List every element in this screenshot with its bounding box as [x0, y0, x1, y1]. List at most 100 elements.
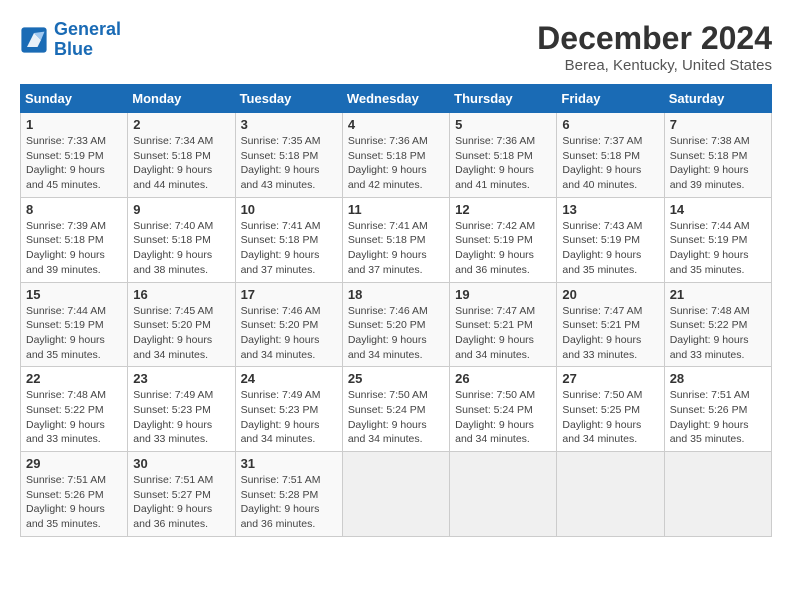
day-cell	[450, 452, 557, 537]
day-cell: 5 Sunrise: 7:36 AMSunset: 5:18 PMDaylight…	[450, 113, 557, 198]
header: General Blue December 2024 Berea, Kentuc…	[20, 20, 772, 74]
day-info: Sunrise: 7:50 AMSunset: 5:25 PMDaylight:…	[562, 388, 658, 447]
logo-line1: General	[54, 19, 121, 39]
day-info: Sunrise: 7:51 AMSunset: 5:26 PMDaylight:…	[26, 473, 122, 532]
day-cell: 18 Sunrise: 7:46 AMSunset: 5:20 PMDayligh…	[342, 282, 449, 367]
day-number: 16	[133, 287, 229, 302]
day-info: Sunrise: 7:38 AMSunset: 5:18 PMDaylight:…	[670, 134, 766, 193]
day-number: 12	[455, 202, 551, 217]
day-cell: 31 Sunrise: 7:51 AMSunset: 5:28 PMDayligh…	[235, 452, 342, 537]
day-info: Sunrise: 7:50 AMSunset: 5:24 PMDaylight:…	[348, 388, 444, 447]
day-number: 27	[562, 371, 658, 386]
day-cell: 21 Sunrise: 7:48 AMSunset: 5:22 PMDayligh…	[664, 282, 771, 367]
day-cell: 14 Sunrise: 7:44 AMSunset: 5:19 PMDayligh…	[664, 197, 771, 282]
day-info: Sunrise: 7:33 AMSunset: 5:19 PMDaylight:…	[26, 134, 122, 193]
day-number: 31	[241, 456, 337, 471]
day-number: 10	[241, 202, 337, 217]
day-cell: 12Sunrise: 7:42 AMSunset: 5:19 PMDayligh…	[450, 197, 557, 282]
day-info: Sunrise: 7:47 AMSunset: 5:21 PMDaylight:…	[562, 304, 658, 363]
day-number: 11	[348, 202, 444, 217]
day-info: Sunrise: 7:50 AMSunset: 5:24 PMDaylight:…	[455, 388, 551, 447]
day-info: Sunrise: 7:51 AMSunset: 5:28 PMDaylight:…	[241, 473, 337, 532]
day-cell: 19 Sunrise: 7:47 AMSunset: 5:21 PMDayligh…	[450, 282, 557, 367]
day-info: Sunrise: 7:51 AMSunset: 5:26 PMDaylight:…	[670, 388, 766, 447]
day-number: 5	[455, 117, 551, 132]
header-row: SundayMondayTuesdayWednesdayThursdayFrid…	[21, 85, 772, 113]
week-row-1: 1 Sunrise: 7:33 AMSunset: 5:19 PMDaylight…	[21, 113, 772, 198]
week-row-4: 22Sunrise: 7:48 AMSunset: 5:22 PMDayligh…	[21, 367, 772, 452]
header-day-friday: Friday	[557, 85, 664, 113]
day-number: 23	[133, 371, 229, 386]
day-cell	[557, 452, 664, 537]
day-cell: 10 Sunrise: 7:41 AMSunset: 5:18 PMDayligh…	[235, 197, 342, 282]
day-number: 21	[670, 287, 766, 302]
week-row-2: 8Sunrise: 7:39 AMSunset: 5:18 PMDaylight…	[21, 197, 772, 282]
day-cell: 8Sunrise: 7:39 AMSunset: 5:18 PMDaylight…	[21, 197, 128, 282]
day-info: Sunrise: 7:36 AMSunset: 5:18 PMDaylight:…	[455, 134, 551, 193]
logo-text: General Blue	[54, 20, 121, 60]
day-info: Sunrise: 7:41 AMSunset: 5:18 PMDaylight:…	[241, 219, 337, 278]
day-info: Sunrise: 7:46 AMSunset: 5:20 PMDaylight:…	[348, 304, 444, 363]
day-number: 15	[26, 287, 122, 302]
day-cell: 3Sunrise: 7:35 AMSunset: 5:18 PMDaylight…	[235, 113, 342, 198]
week-row-5: 29 Sunrise: 7:51 AMSunset: 5:26 PMDayligh…	[21, 452, 772, 537]
day-number: 19	[455, 287, 551, 302]
day-cell: 26 Sunrise: 7:50 AMSunset: 5:24 PMDayligh…	[450, 367, 557, 452]
calendar: SundayMondayTuesdayWednesdayThursdayFrid…	[20, 84, 772, 537]
day-cell: 17Sunrise: 7:46 AMSunset: 5:20 PMDayligh…	[235, 282, 342, 367]
day-number: 22	[26, 371, 122, 386]
day-number: 25	[348, 371, 444, 386]
day-number: 9	[133, 202, 229, 217]
logo-line2: Blue	[54, 39, 93, 59]
day-info: Sunrise: 7:48 AMSunset: 5:22 PMDaylight:…	[670, 304, 766, 363]
header-day-sunday: Sunday	[21, 85, 128, 113]
week-row-3: 15 Sunrise: 7:44 AMSunset: 5:19 PMDayligh…	[21, 282, 772, 367]
day-info: Sunrise: 7:45 AMSunset: 5:20 PMDaylight:…	[133, 304, 229, 363]
day-cell: 28Sunrise: 7:51 AMSunset: 5:26 PMDayligh…	[664, 367, 771, 452]
day-cell	[342, 452, 449, 537]
day-number: 1	[26, 117, 122, 132]
day-info: Sunrise: 7:51 AMSunset: 5:27 PMDaylight:…	[133, 473, 229, 532]
day-info: Sunrise: 7:44 AMSunset: 5:19 PMDaylight:…	[670, 219, 766, 278]
day-number: 2	[133, 117, 229, 132]
day-number: 13	[562, 202, 658, 217]
day-cell: 24 Sunrise: 7:49 AMSunset: 5:23 PMDayligh…	[235, 367, 342, 452]
day-info: Sunrise: 7:49 AMSunset: 5:23 PMDaylight:…	[241, 388, 337, 447]
day-info: Sunrise: 7:40 AMSunset: 5:18 PMDaylight:…	[133, 219, 229, 278]
day-info: Sunrise: 7:46 AMSunset: 5:20 PMDaylight:…	[241, 304, 337, 363]
day-cell: 30 Sunrise: 7:51 AMSunset: 5:27 PMDayligh…	[128, 452, 235, 537]
day-cell: 15 Sunrise: 7:44 AMSunset: 5:19 PMDayligh…	[21, 282, 128, 367]
day-cell: 22Sunrise: 7:48 AMSunset: 5:22 PMDayligh…	[21, 367, 128, 452]
title-area: December 2024 Berea, Kentucky, United St…	[537, 20, 772, 74]
logo-icon	[20, 26, 48, 54]
calendar-body: 1 Sunrise: 7:33 AMSunset: 5:19 PMDaylight…	[21, 113, 772, 537]
day-number: 18	[348, 287, 444, 302]
day-number: 30	[133, 456, 229, 471]
day-cell: 20 Sunrise: 7:47 AMSunset: 5:21 PMDayligh…	[557, 282, 664, 367]
day-info: Sunrise: 7:47 AMSunset: 5:21 PMDaylight:…	[455, 304, 551, 363]
day-cell: 25 Sunrise: 7:50 AMSunset: 5:24 PMDayligh…	[342, 367, 449, 452]
header-day-tuesday: Tuesday	[235, 85, 342, 113]
day-number: 26	[455, 371, 551, 386]
day-cell: 11 Sunrise: 7:41 AMSunset: 5:18 PMDayligh…	[342, 197, 449, 282]
day-info: Sunrise: 7:41 AMSunset: 5:18 PMDaylight:…	[348, 219, 444, 278]
day-cell: 13 Sunrise: 7:43 AMSunset: 5:19 PMDayligh…	[557, 197, 664, 282]
calendar-header: SundayMondayTuesdayWednesdayThursdayFrid…	[21, 85, 772, 113]
day-number: 20	[562, 287, 658, 302]
day-cell: 4Sunrise: 7:36 AMSunset: 5:18 PMDaylight…	[342, 113, 449, 198]
day-cell: 2 Sunrise: 7:34 AMSunset: 5:18 PMDaylight…	[128, 113, 235, 198]
main-title: December 2024	[537, 20, 772, 57]
day-number: 24	[241, 371, 337, 386]
day-number: 14	[670, 202, 766, 217]
day-info: Sunrise: 7:44 AMSunset: 5:19 PMDaylight:…	[26, 304, 122, 363]
day-info: Sunrise: 7:37 AMSunset: 5:18 PMDaylight:…	[562, 134, 658, 193]
day-cell: 7Sunrise: 7:38 AMSunset: 5:18 PMDaylight…	[664, 113, 771, 198]
day-info: Sunrise: 7:34 AMSunset: 5:18 PMDaylight:…	[133, 134, 229, 193]
day-info: Sunrise: 7:49 AMSunset: 5:23 PMDaylight:…	[133, 388, 229, 447]
day-number: 29	[26, 456, 122, 471]
day-info: Sunrise: 7:43 AMSunset: 5:19 PMDaylight:…	[562, 219, 658, 278]
day-cell: 6Sunrise: 7:37 AMSunset: 5:18 PMDaylight…	[557, 113, 664, 198]
day-info: Sunrise: 7:36 AMSunset: 5:18 PMDaylight:…	[348, 134, 444, 193]
day-cell: 23 Sunrise: 7:49 AMSunset: 5:23 PMDayligh…	[128, 367, 235, 452]
header-day-wednesday: Wednesday	[342, 85, 449, 113]
